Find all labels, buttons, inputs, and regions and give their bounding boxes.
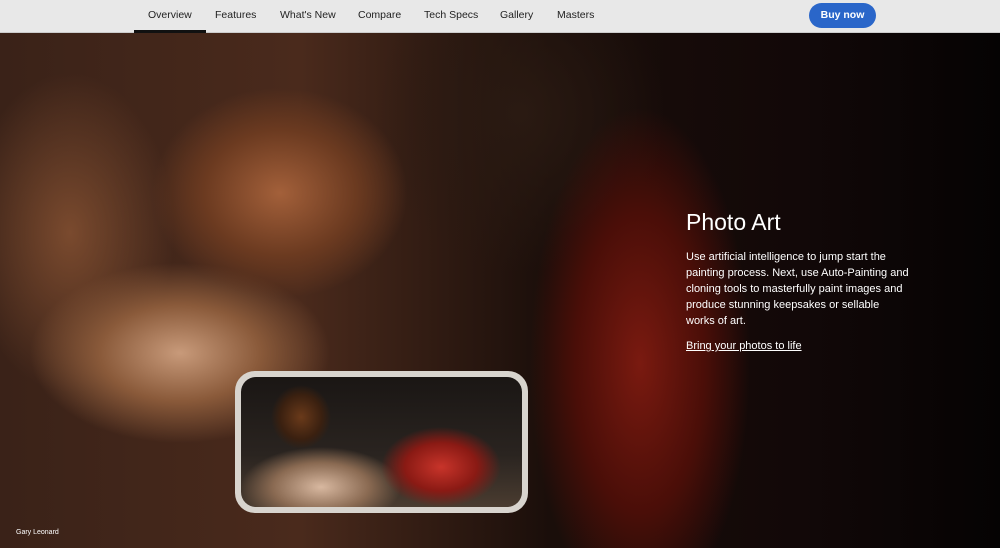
nav-masters[interactable]: Masters <box>557 0 594 33</box>
buy-now-button[interactable]: Buy now <box>809 3 876 28</box>
nav-overview[interactable]: Overview <box>134 0 206 33</box>
top-nav: Overview Features What's New Compare Tec… <box>0 0 1000 33</box>
nav-tech-specs[interactable]: Tech Specs <box>424 0 478 33</box>
hero-painting: Photo Art Use artificial intelligence to… <box>0 33 1000 548</box>
nav-gallery[interactable]: Gallery <box>500 0 533 33</box>
nav-whats-new[interactable]: What's New <box>280 0 336 33</box>
bring-photos-to-life-link[interactable]: Bring your photos to life <box>686 340 802 352</box>
hero-title: Photo Art <box>686 209 781 235</box>
phone-mockup <box>235 371 528 513</box>
phone-photo <box>241 377 522 507</box>
artist-credit: Gary Leonard <box>16 529 59 536</box>
hero-description: Use artificial intelligence to jump star… <box>686 251 909 327</box>
nav-compare[interactable]: Compare <box>358 0 401 33</box>
nav-features[interactable]: Features <box>215 0 256 33</box>
